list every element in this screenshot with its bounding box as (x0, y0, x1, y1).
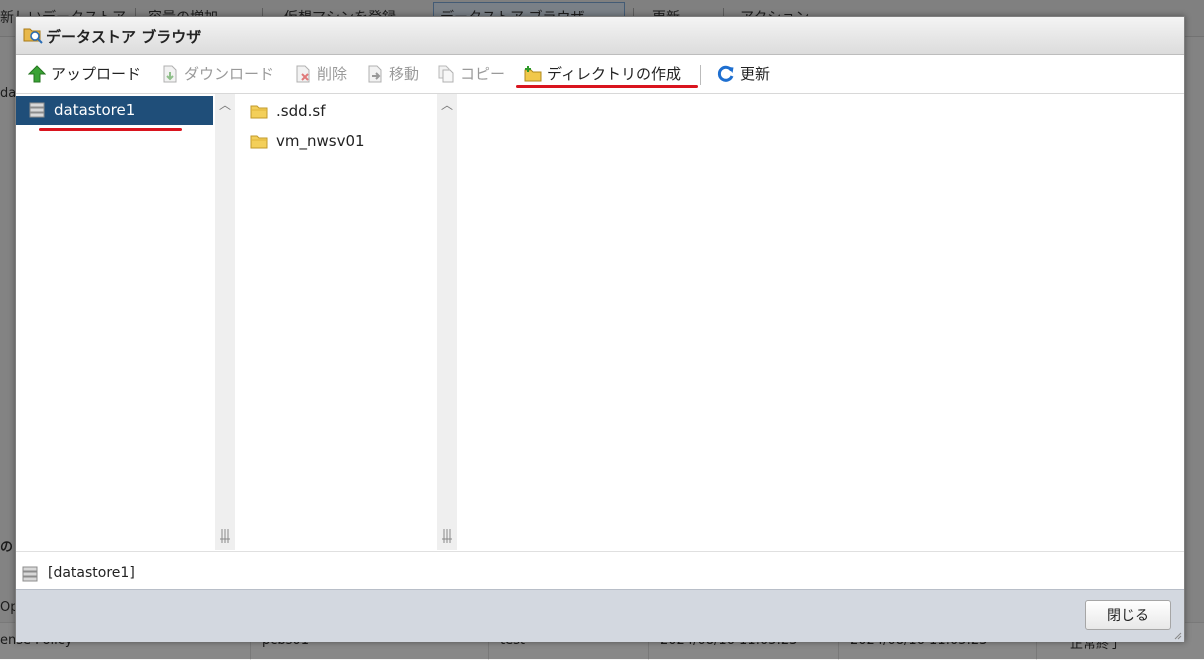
dialog-footer: 閉じる (16, 589, 1184, 642)
delete-label: 削除 (317, 65, 348, 83)
dialog-titlebar[interactable]: データストア ブラウザ (16, 17, 1184, 55)
tree-item-label: datastore1 (54, 101, 136, 119)
close-button[interactable]: 閉じる (1085, 600, 1171, 630)
delete-icon (296, 65, 310, 83)
datastore-browser-dialog: データストア ブラウザ アップロード ダウンロード 削除 移動 コピー ディレク… (15, 16, 1185, 642)
download-icon (163, 65, 177, 83)
grip-icon (442, 529, 452, 543)
refresh-label: 更新 (740, 65, 771, 83)
upload-label: アップロード (51, 65, 142, 83)
new-folder-icon (524, 66, 542, 82)
datastore-icon (29, 102, 45, 118)
copy-label: コピー (460, 65, 506, 83)
folder-icon (250, 135, 268, 149)
annotation-underline (39, 128, 182, 131)
move-label: 移動 (389, 65, 420, 83)
datastore-icon (22, 566, 38, 582)
datastore-tree: datastore1 (16, 94, 214, 550)
chevron-up-icon: ︿ (219, 98, 232, 112)
tree-splitter[interactable]: ︿ (215, 94, 235, 550)
annotation-underline (516, 85, 698, 88)
grip-icon (220, 529, 230, 543)
refresh-icon (717, 65, 734, 82)
up-arrow-icon (28, 65, 46, 83)
dialog-title: データストア ブラウザ (46, 28, 202, 46)
folder-name: vm_nwsv01 (276, 132, 365, 150)
toolbar-separator (700, 65, 701, 85)
folder-icon (250, 105, 268, 119)
current-path: [datastore1] (48, 565, 135, 581)
datastore-browser-icon (23, 28, 43, 44)
download-label: ダウンロード (184, 65, 275, 83)
tree-item-datastore1[interactable]: datastore1 (16, 96, 213, 125)
folder-name: .sdd.sf (276, 102, 326, 120)
folder-list: .sdd.sf vm_nwsv01 (235, 94, 436, 550)
files-splitter[interactable]: ︿ (437, 94, 457, 550)
copy-icon (438, 65, 454, 83)
dialog-toolbar: アップロード ダウンロード 削除 移動 コピー ディレクトリの作成 更新 (16, 55, 1184, 94)
path-bar: [datastore1] (16, 551, 1184, 589)
chevron-up-icon: ︿ (441, 98, 454, 112)
file-detail-pane (457, 94, 1183, 550)
resize-grip-icon[interactable] (1172, 630, 1182, 640)
move-icon (368, 65, 382, 83)
create-directory-label: ディレクトリの作成 (547, 65, 681, 83)
